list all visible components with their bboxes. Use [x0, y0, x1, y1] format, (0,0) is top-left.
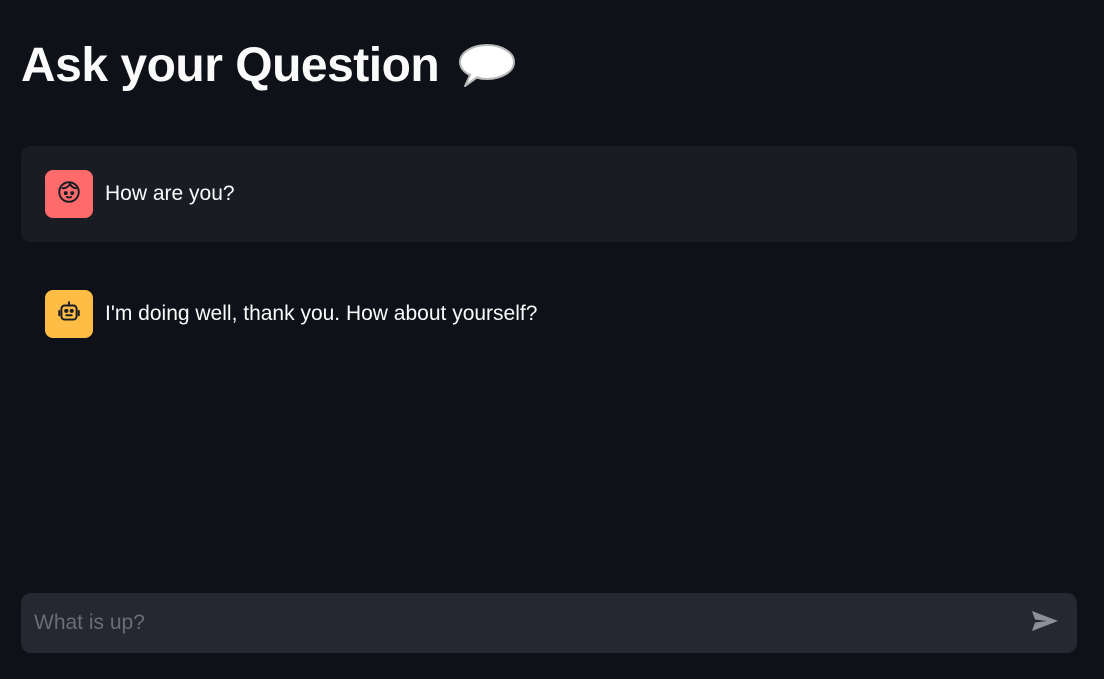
assistant-avatar — [45, 290, 93, 338]
user-face-icon — [56, 179, 82, 210]
message-text: I'm doing well, thank you. How about you… — [105, 302, 538, 325]
chat-app: Ask your Question How are you? I'm doing… — [0, 0, 1104, 679]
page-title: Ask your Question — [21, 39, 440, 92]
robot-icon — [56, 299, 82, 330]
user-avatar — [45, 170, 93, 218]
chat-message-assistant: I'm doing well, thank you. How about you… — [21, 266, 1077, 362]
chat-input[interactable] — [34, 611, 1027, 635]
send-icon — [1031, 609, 1059, 638]
page-header: Ask your Question — [21, 36, 517, 96]
message-text: How are you? — [105, 182, 235, 205]
chat-message-user: How are you? — [21, 146, 1077, 242]
chat-input-container — [21, 593, 1077, 653]
speech-balloon-icon — [457, 42, 517, 90]
send-button[interactable] — [1027, 605, 1063, 641]
